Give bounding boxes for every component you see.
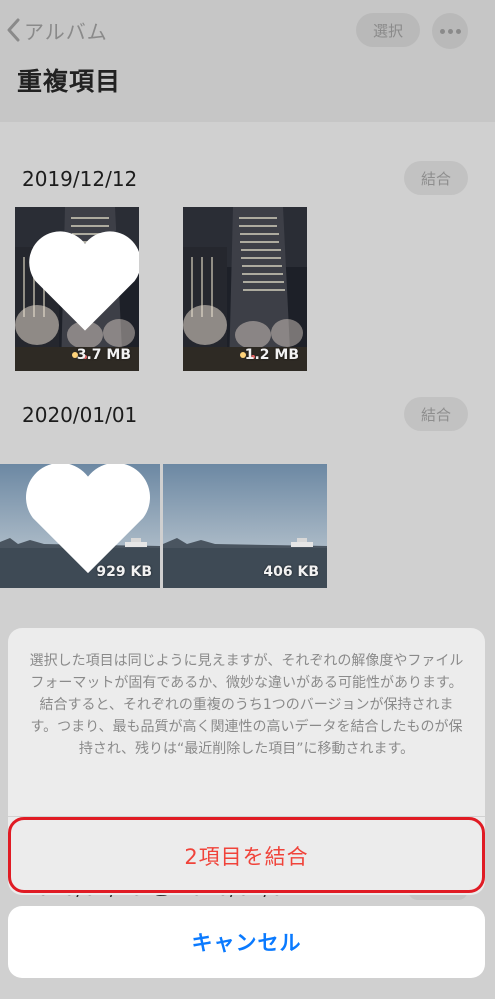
file-size-label: 3.7 MB bbox=[76, 347, 131, 363]
action-sheet: 選択した項目は同じように見えますが、それぞれの解像度やファイルフォーマットが固有… bbox=[8, 628, 485, 895]
group-date: 2019/12/12 bbox=[22, 167, 138, 191]
select-button[interactable]: 選択 bbox=[356, 13, 420, 47]
more-options-button[interactable] bbox=[432, 13, 468, 49]
action-sheet-message: 選択した項目は同じように見えますが、それぞれの解像度やファイルフォーマットが固有… bbox=[29, 653, 464, 757]
chevron-left-icon bbox=[7, 18, 20, 42]
page-title: 重複項目 bbox=[17, 67, 122, 96]
ellipsis-dot bbox=[447, 28, 453, 34]
back-button[interactable]: アルバム bbox=[6, 14, 108, 46]
ellipsis-icon bbox=[439, 28, 445, 34]
photo-thumbnail[interactable]: 929 KB bbox=[0, 464, 160, 588]
cancel-button[interactable]: キャンセル bbox=[8, 906, 485, 978]
back-label: アルバム bbox=[24, 19, 108, 44]
navigation-bar: アルバム 選択 重複項目 bbox=[0, 0, 495, 122]
heart-icon bbox=[26, 464, 150, 574]
group-date: 2020/01/01 bbox=[22, 403, 138, 427]
merge-group-button[interactable]: 結合 bbox=[404, 397, 468, 431]
merge-group-button[interactable]: 結合 bbox=[404, 161, 468, 195]
merge-items-button[interactable]: 2項目を結合 bbox=[8, 817, 485, 895]
photo-thumbnail[interactable]: 1.2 MB bbox=[183, 207, 307, 371]
ellipsis-dot bbox=[455, 28, 461, 34]
file-size-label: 406 KB bbox=[263, 564, 319, 580]
file-size-label: 929 KB bbox=[96, 564, 152, 580]
photo-thumbnail[interactable]: 406 KB bbox=[163, 464, 327, 588]
photo-thumbnail[interactable]: 3.7 MB bbox=[15, 207, 139, 371]
heart-icon bbox=[29, 231, 139, 331]
file-size-label: 1.2 MB bbox=[244, 347, 299, 363]
